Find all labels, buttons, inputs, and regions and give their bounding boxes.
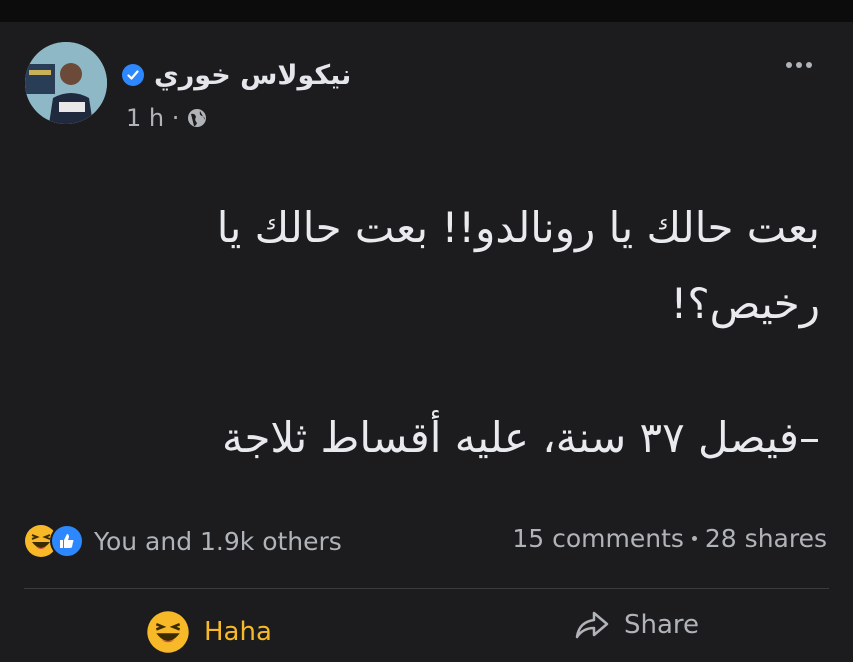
like-thumb-icon xyxy=(50,524,84,558)
share-button-label: Share xyxy=(624,610,700,640)
reaction-button-label: Haha xyxy=(204,617,272,647)
divider xyxy=(24,588,829,589)
shares-count[interactable]: 28 shares xyxy=(705,524,827,553)
engagement-counts: 15 comments 28 shares xyxy=(512,524,827,553)
post-timestamp[interactable]: 1 h · xyxy=(126,104,179,132)
haha-emoji-icon xyxy=(147,611,189,653)
comments-count[interactable]: 15 comments xyxy=(512,524,684,553)
more-options-icon[interactable] xyxy=(774,55,824,75)
share-button[interactable]: Share xyxy=(574,610,699,640)
author-avatar[interactable] xyxy=(25,42,107,124)
author-row: نيكولاس خوري xyxy=(122,50,351,100)
share-arrow-icon xyxy=(575,611,609,639)
reactions-count[interactable]: You and 1.9k others xyxy=(94,527,342,556)
reaction-button[interactable]: Haha xyxy=(146,610,272,654)
globe-icon xyxy=(188,109,207,127)
author-name[interactable]: نيكولاس خوري xyxy=(154,60,351,91)
status-strip xyxy=(0,0,853,22)
post-body-text: بعت حالك يا رونالدو!! بعت حالك يا رخيص؟! xyxy=(216,203,820,328)
reactions-summary[interactable]: You and 1.9k others xyxy=(24,524,342,558)
separator-dot xyxy=(691,536,697,541)
post-body-quote: –فيصل ٣٧ سنة، عليه أقساط ثلاجة xyxy=(221,413,820,462)
post-meta: 1 h · xyxy=(126,104,208,132)
verified-badge-icon xyxy=(122,64,144,86)
